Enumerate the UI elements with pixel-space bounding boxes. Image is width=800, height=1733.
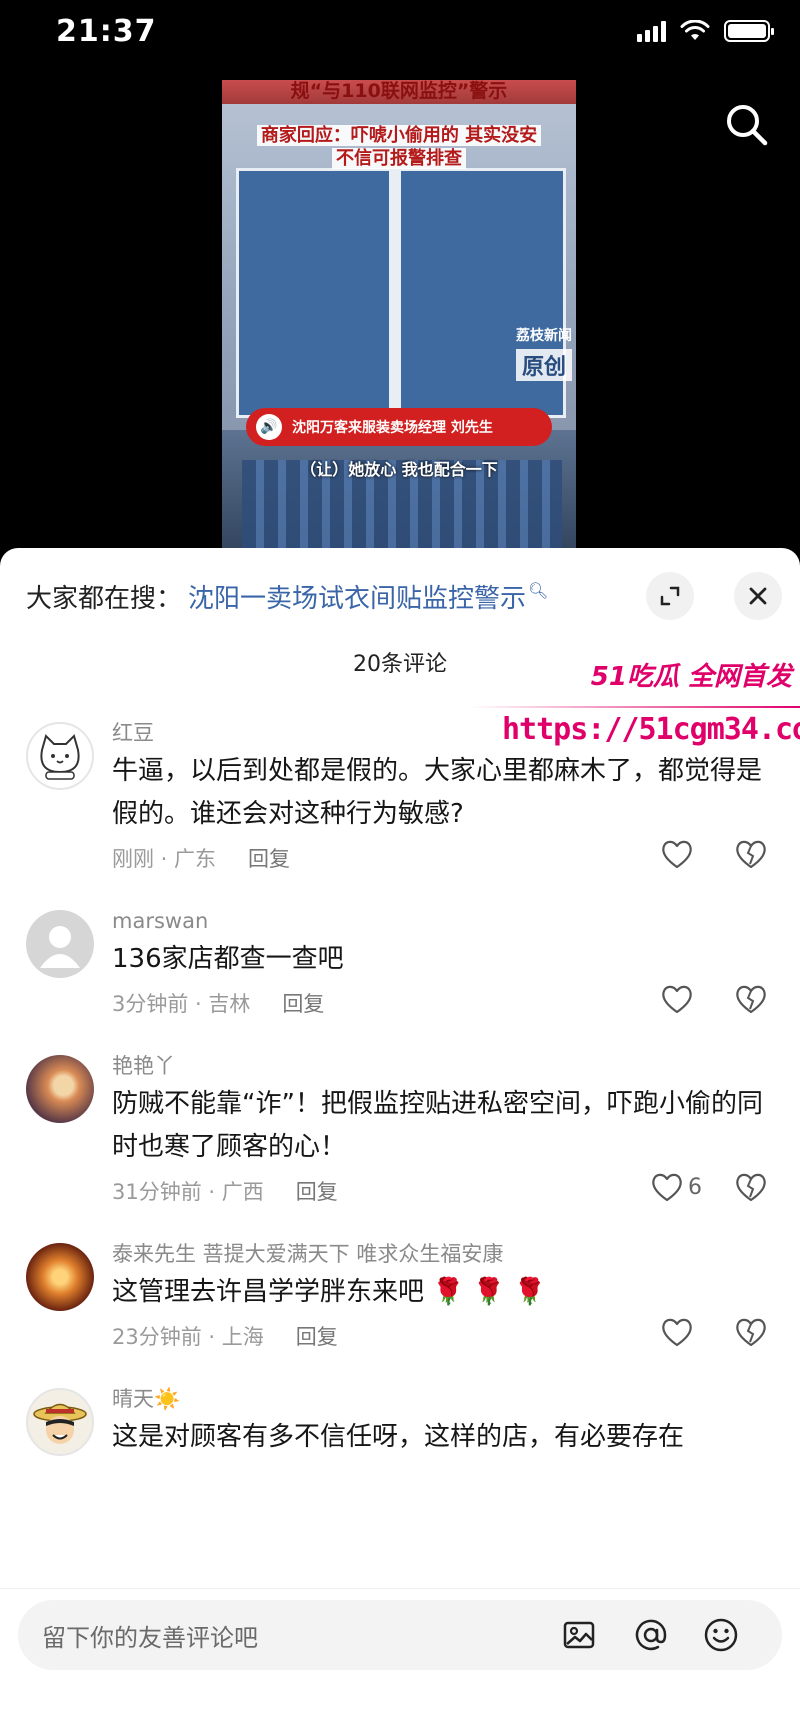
speaker-icon: 🔊 — [256, 414, 282, 440]
comment-time-location: 23分钟前 · 上海 — [112, 1325, 264, 1349]
mention-button[interactable] — [630, 1614, 672, 1656]
comment-username[interactable]: 艳艳丫 — [112, 1049, 770, 1083]
default-user-icon — [40, 926, 80, 968]
signal-icon — [637, 20, 666, 42]
avatar[interactable] — [26, 722, 94, 790]
comment-item: marswan 136家店都查一查吧 3分钟前 · 吉林 回复 — [0, 904, 800, 1025]
comment-username[interactable]: marswan — [112, 904, 770, 938]
straw-hat-avatar-icon — [33, 1403, 87, 1444]
comment-meta: 31分钟前 · 广西 回复 6 — [112, 1169, 770, 1213]
comment-input[interactable]: 留下你的友善评论吧 — [18, 1600, 782, 1670]
comment-input-placeholder[interactable]: 留下你的友善评论吧 — [42, 1618, 258, 1653]
dislike-button[interactable] — [734, 1171, 768, 1208]
comment-time-location: 3分钟前 · 吉林 — [112, 992, 251, 1016]
video-caption-line-2: 不信可报警排查 — [332, 148, 466, 169]
emoji-icon — [704, 1618, 738, 1652]
video-subtitle: （让）她放心 我也配合一下 — [300, 460, 498, 479]
heart-icon — [652, 1173, 682, 1202]
like-button[interactable]: 6 — [650, 1171, 702, 1203]
comment-text: 防贼不能靠“诈”！把假监控贴进私密空间，吓跑小偷的同时也寒了顾客的心！ — [112, 1089, 763, 1162]
reply-button[interactable]: 回复 — [248, 843, 290, 873]
close-icon — [749, 587, 767, 605]
comment-text: 这是对顾客有多不信任呀，这样的店，有必要存在 — [112, 1422, 685, 1452]
broken-heart-icon — [736, 840, 766, 869]
battery-icon — [724, 20, 774, 42]
video-caption-line-1: 商家回应：吓唬小偷用的 其实没安 — [256, 125, 542, 146]
search-button[interactable] — [720, 98, 774, 152]
comment-text: 136家店都查一查吧 — [112, 944, 344, 974]
comment-text: 牛逼，以后到处都是假的。大家心里都麻木了，都觉得是假的。谁还会对这种行为敏感? — [112, 756, 763, 829]
like-count: 6 — [688, 1174, 702, 1200]
broken-heart-icon — [736, 1318, 766, 1347]
image-icon — [563, 1621, 595, 1649]
comment-list: 红豆 牛逼，以后到处都是假的。大家心里都麻木了，都觉得是假的。谁还会对这种行为敏… — [0, 716, 800, 1483]
comment-time-location: 刚刚 · 广东 — [112, 847, 217, 871]
video-source-watermark: 荔枝新闻 原创 — [515, 325, 572, 381]
close-button[interactable] — [734, 572, 782, 620]
heart-icon — [662, 1318, 692, 1347]
divider — [0, 1588, 800, 1589]
video-frame[interactable]: 规“与110联网监控”警示 商家回应：吓唬小偷用的 其实没安 不信可报警排查 荔… — [222, 80, 576, 550]
video-speaker-tag: 🔊 沈阳万客来服装卖场经理 刘先生 — [246, 408, 552, 446]
comment-meta: 3分钟前 · 吉林 回复 — [112, 981, 770, 1025]
video-caption-top: 规“与110联网监控”警示 — [290, 80, 508, 102]
image-button[interactable] — [558, 1614, 600, 1656]
like-button[interactable] — [660, 1316, 698, 1348]
watermark-rule — [470, 706, 800, 708]
emoji-button[interactable] — [700, 1614, 742, 1656]
wifi-icon — [680, 20, 710, 40]
reply-button[interactable]: 回复 — [282, 988, 324, 1018]
comment-meta: 23分钟前 · 上海 回复 — [112, 1314, 770, 1358]
comment-count: 20条评论 — [353, 652, 447, 677]
comment-input-bar: 留下你的友善评论吧 — [0, 1588, 800, 1733]
comment-item: 晴天☀️ 这是对顾客有多不信任呀，这样的店，有必要存在 — [0, 1382, 800, 1459]
comment-time-location: 31分钟前 · 广西 — [112, 1180, 264, 1204]
small-search-icon: 🔍︎ — [528, 581, 549, 600]
comment-sheet: 大家都在搜： 沈阳一卖场试衣间贴监控警示 🔍︎ 20条评论 51吃瓜 全网首发 … — [0, 548, 800, 1733]
video-source-name: 荔枝新闻 — [515, 328, 572, 344]
at-icon — [635, 1619, 667, 1651]
video-original-tag: 原创 — [515, 349, 572, 381]
heart-icon — [662, 840, 692, 869]
avatar[interactable] — [26, 910, 94, 978]
video-speaker-name: 沈阳万客来服装卖场经理 刘先生 — [292, 420, 493, 436]
comment-item: 泰来先生 菩提大爱满天下 唯求众生福安康 这管理去许昌学学胖东来吧 🌹 🌹 🌹 … — [0, 1237, 800, 1358]
like-button[interactable] — [660, 983, 698, 1015]
status-icons — [637, 20, 774, 42]
avatar[interactable] — [26, 1055, 94, 1123]
broken-heart-icon — [736, 985, 766, 1014]
like-button[interactable] — [660, 838, 698, 870]
comment-text: 这管理去许昌学学胖东来吧 🌹 🌹 🌹 — [112, 1277, 546, 1307]
search-suggestion-prefix: 大家都在搜： — [26, 584, 183, 614]
search-suggestion[interactable]: 大家都在搜： 沈阳一卖场试衣间贴监控警示 🔍︎ — [26, 578, 548, 615]
comment-username[interactable]: 泰来先生 菩提大爱满天下 唯求众生福安康 — [112, 1237, 770, 1271]
comment-username[interactable]: 晴天☀️ — [112, 1382, 770, 1416]
video-caption-merchant: 商家回应：吓唬小偷用的 其实没安 不信可报警排查 — [222, 124, 576, 170]
avatar[interactable] — [26, 1388, 94, 1456]
search-suggestion-link[interactable]: 沈阳一卖场试衣间贴监控警示 — [188, 578, 526, 615]
broken-heart-icon — [736, 1173, 766, 1202]
dislike-button[interactable] — [734, 983, 768, 1020]
search-icon — [727, 105, 768, 146]
heart-icon — [662, 985, 692, 1014]
comment-item: 红豆 牛逼，以后到处都是假的。大家心里都麻木了，都觉得是假的。谁还会对这种行为敏… — [0, 716, 800, 880]
status-time: 21:37 — [56, 14, 157, 49]
dislike-button[interactable] — [734, 1316, 768, 1353]
video-player[interactable]: 规“与110联网监控”警示 商家回应：吓唬小偷用的 其实没安 不信可报警排查 荔… — [0, 72, 800, 552]
status-bar: 21:37 — [0, 0, 800, 72]
expand-icon — [660, 586, 680, 606]
reply-button[interactable]: 回复 — [296, 1321, 338, 1351]
comment-meta: 刚刚 · 广东 回复 — [112, 836, 770, 880]
dislike-button[interactable] — [734, 838, 768, 875]
comment-username[interactable]: 红豆 — [112, 716, 770, 750]
cat-avatar-icon — [40, 734, 80, 780]
reply-button[interactable]: 回复 — [296, 1176, 338, 1206]
avatar[interactable] — [26, 1243, 94, 1311]
expand-button[interactable] — [646, 572, 694, 620]
comment-item: 艳艳丫 防贼不能靠“诈”！把假监控贴进私密空间，吓跑小偷的同时也寒了顾客的心！ … — [0, 1049, 800, 1213]
